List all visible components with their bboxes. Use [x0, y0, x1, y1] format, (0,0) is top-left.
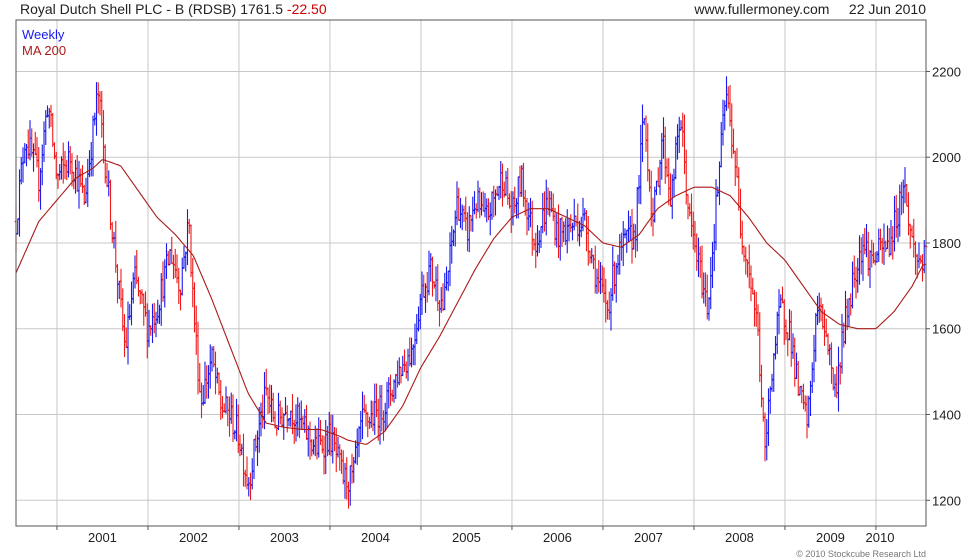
x-axis: 2001 2002 2003 2004 2005 2006 2007 2008 2009 2010	[56, 526, 895, 545]
weekly-bars	[14, 76, 928, 509]
x-tick-label: 2006	[543, 530, 572, 545]
legend-weekly: Weekly	[22, 27, 65, 42]
source-link[interactable]: www.fullermoney.com	[694, 1, 829, 17]
chart-grid	[16, 20, 926, 526]
x-tick-label: 2003	[270, 530, 299, 545]
y-tick-label: 2000	[932, 150, 961, 165]
ma-200-line	[15, 159, 926, 445]
y-axis: 1200 1400 1600 1800 2000 2200	[926, 64, 961, 508]
last-price: 1761.5	[240, 1, 284, 17]
x-tick-label: 2002	[179, 530, 208, 545]
y-tick-label: 2200	[932, 64, 961, 79]
y-tick-label: 1800	[932, 236, 961, 251]
x-tick-label: 2009	[816, 530, 845, 545]
x-tick-label: 2005	[452, 530, 481, 545]
x-tick-label: 2007	[634, 530, 663, 545]
price-change: -22.50	[286, 1, 327, 17]
price-chart: 2001 2002 2003 2004 2005 2006 2007 2008 2009 2010…	[14, 19, 961, 545]
chart-date: 22 Jun 2010	[848, 1, 926, 17]
chart-header-right: www.fullermoney.com 22 Jun 2010	[694, 1, 926, 17]
copyright-credit: © 2010 Stockcube Research Ltd	[796, 549, 926, 559]
x-tick-label: 2004	[361, 530, 390, 545]
x-tick-label: 2001	[88, 530, 117, 545]
x-tick-label: 2010	[866, 530, 895, 545]
x-tick-label: 2008	[725, 530, 754, 545]
legend-ma-200: MA 200	[22, 43, 67, 58]
y-tick-label: 1600	[932, 322, 961, 337]
y-tick-label: 1400	[932, 408, 961, 423]
y-tick-label: 1200	[932, 493, 961, 508]
chart-header-title: Royal Dutch Shell PLC - B (RDSB) 1761.5 …	[20, 1, 327, 17]
plot-frame	[15, 19, 927, 527]
chart-title: Royal Dutch Shell PLC - B (RDSB)	[20, 1, 237, 17]
ma-200-line-group	[15, 159, 926, 445]
